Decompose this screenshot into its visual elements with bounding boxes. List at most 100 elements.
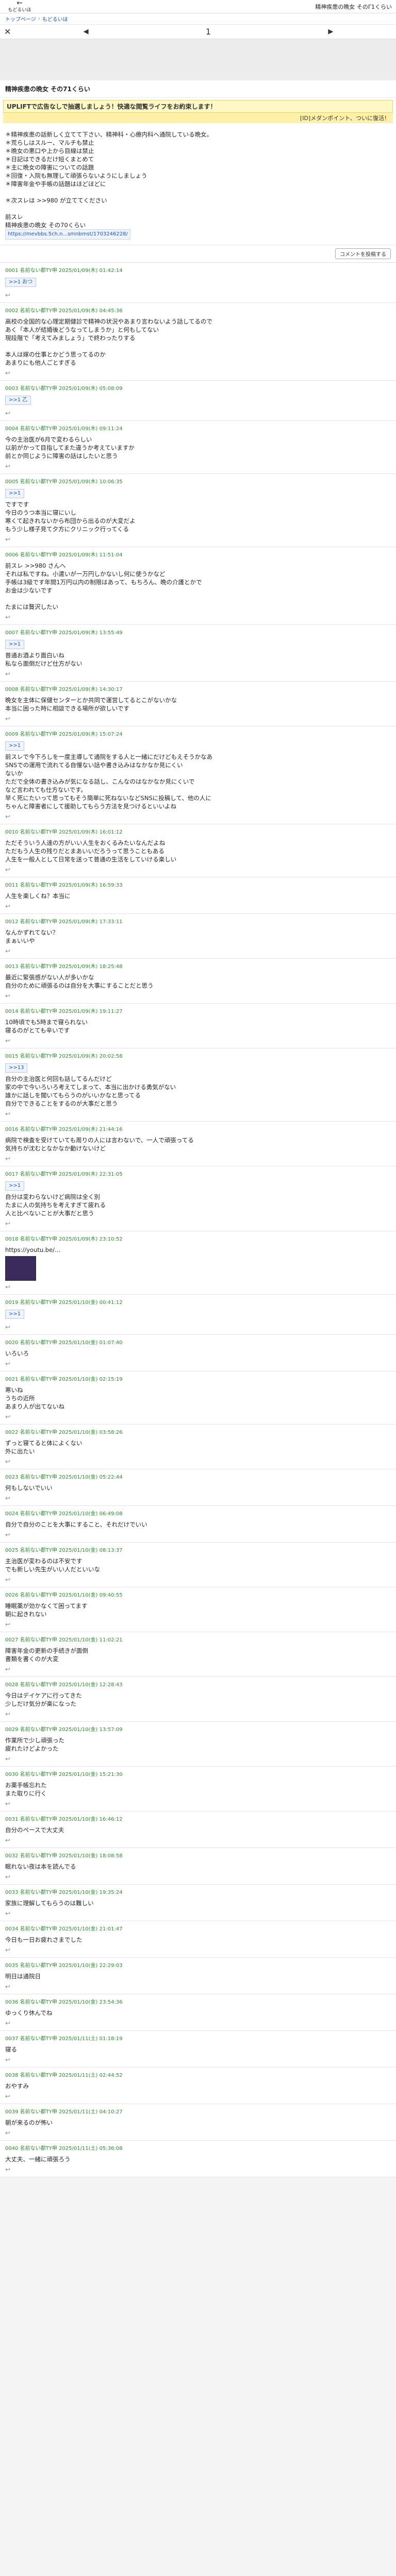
post-meta[interactable]: 0019 名前ない都TY申 2025/01/10(金) 00:41:12 (5, 1299, 391, 1307)
next-page-button[interactable]: ▶ (328, 28, 333, 36)
post-meta[interactable]: 0016 名前ない都TY申 2025/01/09(木) 21:44:16 (5, 1126, 391, 1134)
reply-anchor[interactable]: >>1 おつ (5, 278, 37, 287)
post-meta[interactable]: 0005 名前ない都TY申 2025/01/09(木) 10:06:35 (5, 478, 391, 486)
post-meta[interactable]: 0009 名前ない都TY申 2025/01/09(木) 15:07:24 (5, 731, 391, 739)
reply-icon[interactable]: ↩ (5, 613, 391, 621)
reply-anchor[interactable]: >>1 (5, 741, 25, 751)
post-meta[interactable]: 0004 名前ない都TY申 2025/01/09(木) 09:11:24 (5, 425, 391, 433)
prev-page-button[interactable]: ◀ (84, 28, 89, 36)
post-meta[interactable]: 0020 名前ない都TY申 2025/01/10(金) 01:07:40 (5, 1339, 391, 1347)
post-meta[interactable]: 0021 名前ない都TY申 2025/01/10(金) 02:15:19 (5, 1376, 391, 1384)
reply-anchor[interactable]: >>1 (5, 1181, 25, 1191)
reply-icon[interactable]: ↩ (5, 1283, 391, 1291)
ad-line-1[interactable]: UPLIFTで広告なしで抽選しましょう！快適な閲覧ライフをお約束します！ (3, 100, 393, 113)
post-meta[interactable]: 0014 名前ない都TY申 2025/01/09(木) 19:11:27 (5, 1008, 391, 1016)
prev-thread-link[interactable]: https://mevbbs.5ch.n...smnbmst/170324622… (5, 229, 130, 240)
reply-anchor[interactable]: >>1 乙 (5, 396, 31, 405)
reply-anchor[interactable]: >>1 (5, 1310, 25, 1319)
reply-icon[interactable]: ↩ (5, 2019, 391, 2027)
post-meta[interactable]: 0012 名前ない都TY申 2025/01/09(木) 17:33:11 (5, 918, 391, 926)
reply-icon[interactable]: ↩ (5, 947, 391, 955)
post-meta[interactable]: 0018 名前ない都TY申 2025/01/09(木) 23:10:52 (5, 1235, 391, 1244)
reply-icon[interactable]: ↩ (5, 1836, 391, 1844)
reply-icon[interactable]: ↩ (5, 1531, 391, 1539)
post-comment-button[interactable]: コメントを投稿する (335, 248, 391, 259)
breadcrumb-top[interactable]: トップページ (5, 15, 36, 23)
post-meta[interactable]: 0003 名前ない都TY申 2025/01/09(木) 05:08:09 (5, 385, 391, 393)
post-meta[interactable]: 0017 名前ない都TY申 2025/01/09(木) 22:31:05 (5, 1171, 391, 1179)
post-meta[interactable]: 0022 名前ない都TY申 2025/01/10(金) 03:58:26 (5, 1429, 391, 1437)
reply-icon[interactable]: ↩ (5, 535, 391, 544)
reply-icon[interactable]: ↩ (5, 1575, 391, 1584)
post-meta[interactable]: 0013 名前ない都TY申 2025/01/09(木) 18:25:48 (5, 963, 391, 971)
post-meta[interactable]: 0029 名前ない都TY申 2025/01/10(金) 13:57:09 (5, 1726, 391, 1734)
post-meta[interactable]: 0007 名前ない都TY申 2025/01/09(木) 13:55:49 (5, 629, 391, 637)
reply-icon[interactable]: ↩ (5, 1037, 391, 1045)
reply-icon[interactable]: ↩ (5, 1946, 391, 1954)
reply-icon[interactable]: ↩ (5, 1755, 391, 1763)
reply-icon[interactable]: ↩ (5, 409, 391, 417)
post-meta[interactable]: 0015 名前ない都TY申 2025/01/09(木) 20:02:58 (5, 1053, 391, 1061)
reply-icon[interactable]: ↩ (5, 2165, 391, 2174)
ad-banner[interactable]: UPLIFTで広告なしで抽選しましょう！快適な閲覧ライフをお約束します！ [ID… (0, 98, 396, 125)
post-meta[interactable]: 0040 名前ない都TY申 2025/01/11(土) 05:36:08 (5, 2145, 391, 2153)
reply-icon[interactable]: ↩ (5, 1873, 391, 1881)
post-meta[interactable]: 0035 名前ない都TY申 2025/01/10(金) 22:29:03 (5, 1962, 391, 1970)
reply-icon[interactable]: ↩ (5, 2129, 391, 2137)
post-meta[interactable]: 0027 名前ない都TY申 2025/01/10(金) 11:02:21 (5, 1636, 391, 1645)
post-meta[interactable]: 0025 名前ない都TY申 2025/01/10(金) 08:13:37 (5, 1547, 391, 1555)
reply-icon[interactable]: ↩ (5, 1110, 391, 1118)
reply-icon[interactable]: ↩ (5, 291, 391, 299)
back-button[interactable]: ← もどるいほ (4, 0, 35, 13)
reply-anchor[interactable]: >>1 (5, 489, 25, 498)
post-meta[interactable]: 0038 名前ない都TY申 2025/01/11(土) 02:44:52 (5, 2072, 391, 2080)
reply-icon[interactable]: ↩ (5, 1800, 391, 1808)
reply-icon[interactable]: ↩ (5, 2092, 391, 2100)
reply-icon[interactable]: ↩ (5, 1710, 391, 1718)
post-meta[interactable]: 0034 名前ない都TY申 2025/01/10(金) 21:01:47 (5, 1925, 391, 1934)
post-meta[interactable]: 0026 名前ない都TY申 2025/01/10(金) 09:40:55 (5, 1591, 391, 1600)
post-meta[interactable]: 0030 名前ない都TY申 2025/01/10(金) 15:21:30 (5, 1771, 391, 1779)
reply-icon[interactable]: ↩ (5, 369, 391, 377)
post-meta[interactable]: 0024 名前ない都TY申 2025/01/10(金) 06:49:08 (5, 1510, 391, 1518)
reply-icon[interactable]: ↩ (5, 1219, 391, 1228)
post-meta[interactable]: 0037 名前ない都TY申 2025/01/11(土) 01:18:19 (5, 2035, 391, 2043)
reply-icon[interactable]: ↩ (5, 1323, 391, 1331)
reply-anchor[interactable]: >>1 (5, 640, 25, 649)
post-meta[interactable]: 0031 名前ない都TY申 2025/01/10(金) 16:46:12 (5, 1816, 391, 1824)
reply-icon[interactable]: ↩ (5, 1620, 391, 1629)
post-meta[interactable]: 0011 名前ない都TY申 2025/01/09(木) 16:59:33 (5, 882, 391, 890)
post-meta[interactable]: 0008 名前ない都TY申 2025/01/09(木) 14:30:17 (5, 686, 391, 694)
reply-icon[interactable]: ↩ (5, 670, 391, 678)
post-meta[interactable]: 0032 名前ない都TY申 2025/01/10(金) 18:08:58 (5, 1852, 391, 1860)
reply-icon[interactable]: ↩ (5, 1909, 391, 1918)
reply-icon[interactable]: ↩ (5, 812, 391, 821)
reply-icon[interactable]: ↩ (5, 866, 391, 874)
post-meta[interactable]: 0036 名前ない都TY申 2025/01/10(金) 23:54:36 (5, 1998, 391, 2007)
ad-line-2[interactable]: [ID]メダンポイント、ついに復活！ (3, 113, 393, 123)
post-meta[interactable]: 0023 名前ない都TY申 2025/01/10(金) 05:22:44 (5, 1473, 391, 1482)
post-meta[interactable]: 0006 名前ない都TY申 2025/01/09(木) 11:51:04 (5, 551, 391, 560)
reply-icon[interactable]: ↩ (5, 992, 391, 1000)
reply-icon[interactable]: ↩ (5, 462, 391, 470)
reply-icon[interactable]: ↩ (5, 1155, 391, 1163)
reply-icon[interactable]: ↩ (5, 715, 391, 723)
reply-icon[interactable]: ↩ (5, 1494, 391, 1502)
reply-icon[interactable]: ↩ (5, 1982, 391, 1991)
breadcrumb-current[interactable]: もどるいほ (42, 15, 68, 23)
reply-icon[interactable]: ↩ (5, 1360, 391, 1368)
close-icon[interactable]: ✕ (4, 27, 25, 37)
post-meta[interactable]: 0010 名前ない都TY申 2025/01/09(木) 16:01:12 (5, 828, 391, 837)
post-meta[interactable]: 0001 名前ない都TY申 2025/01/09(木) 01:42:14 (5, 267, 391, 275)
reply-anchor[interactable]: >>13 (5, 1063, 28, 1073)
reply-icon[interactable]: ↩ (5, 902, 391, 910)
video-thumbnail[interactable] (5, 1256, 36, 1281)
post-meta[interactable]: 0033 名前ない都TY申 2025/01/10(金) 19:35:24 (5, 1889, 391, 1897)
reply-icon[interactable]: ↩ (5, 1413, 391, 1421)
post-meta[interactable]: 0039 名前ない都TY申 2025/01/11(土) 04:10:27 (5, 2108, 391, 2116)
post-meta[interactable]: 0028 名前ない都TY申 2025/01/10(金) 12:28:43 (5, 1681, 391, 1689)
reply-icon[interactable]: ↩ (5, 1458, 391, 1466)
post-meta[interactable]: 0002 名前ない都TY申 2025/01/09(木) 04:45:36 (5, 307, 391, 315)
reply-icon[interactable]: ↩ (5, 2056, 391, 2064)
reply-icon[interactable]: ↩ (5, 1665, 391, 1673)
